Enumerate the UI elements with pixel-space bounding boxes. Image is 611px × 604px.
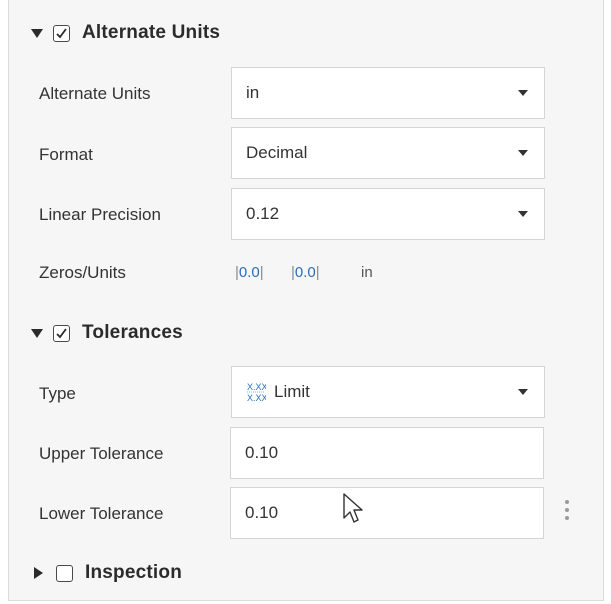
dropdown-value: in	[246, 83, 260, 102]
section-title: Alternate Units	[82, 22, 221, 43]
chevron-down-icon	[518, 90, 528, 96]
limit-tolerance-icon: X.XX X.XX	[247, 382, 266, 403]
more-options-icon[interactable]	[565, 500, 569, 520]
collapse-triangle-icon[interactable]	[31, 328, 43, 338]
svg-text:X.XX: X.XX	[247, 393, 266, 403]
linear-precision-dropdown[interactable]: 0.12	[231, 188, 545, 240]
expand-triangle-icon[interactable]	[34, 567, 43, 579]
mouse-cursor-icon	[343, 493, 363, 523]
trailing-zeros-toggle[interactable]: |0.0|	[291, 264, 320, 281]
type-label: Type	[39, 384, 76, 403]
zeros-units-label: Zeros/Units	[39, 263, 126, 282]
input-value: 0.10	[245, 443, 279, 462]
upper-tolerance-input[interactable]: 0.10	[230, 427, 544, 479]
section-title: Tolerances	[82, 322, 183, 343]
properties-panel: Alternate Units Alternate Units in Forma…	[8, 0, 604, 601]
format-dropdown[interactable]: Decimal	[231, 127, 545, 179]
alternate-units-checkbox[interactable]	[53, 24, 70, 42]
leading-zeros-value: 0.0	[238, 264, 260, 281]
chevron-down-icon	[518, 211, 528, 217]
inspection-checkbox[interactable]	[56, 564, 73, 582]
inspection-header[interactable]: Inspection	[31, 558, 182, 588]
alternate-units-header[interactable]: Alternate Units	[31, 18, 220, 48]
tolerances-checkbox[interactable]	[53, 324, 70, 342]
tolerance-type-dropdown[interactable]: X.XX X.XX Limit	[231, 366, 545, 418]
chevron-down-icon	[518, 389, 528, 395]
svg-text:X.XX: X.XX	[247, 382, 266, 392]
dropdown-value: Limit	[274, 382, 310, 401]
collapse-triangle-icon[interactable]	[31, 28, 43, 38]
units-toggle[interactable]: in	[361, 264, 373, 281]
format-label: Format	[39, 145, 93, 164]
linear-precision-label: Linear Precision	[39, 205, 161, 224]
section-title: Inspection	[85, 562, 183, 583]
trailing-zeros-value: 0.0	[294, 264, 316, 281]
tolerances-header[interactable]: Tolerances	[31, 318, 183, 348]
dropdown-value: Decimal	[246, 143, 308, 162]
alternate-units-dropdown[interactable]: in	[231, 67, 545, 119]
upper-tolerance-label: Upper Tolerance	[39, 444, 164, 463]
leading-zeros-toggle[interactable]: |0.0|	[235, 264, 264, 281]
lower-tolerance-input[interactable]: 0.10	[230, 487, 544, 539]
checkmark-icon	[56, 327, 67, 338]
dropdown-value: 0.12	[246, 204, 280, 223]
input-value: 0.10	[245, 503, 279, 522]
alternate-units-label: Alternate Units	[39, 84, 151, 103]
chevron-down-icon	[518, 150, 528, 156]
checkmark-icon	[56, 27, 67, 38]
lower-tolerance-label: Lower Tolerance	[39, 504, 164, 523]
